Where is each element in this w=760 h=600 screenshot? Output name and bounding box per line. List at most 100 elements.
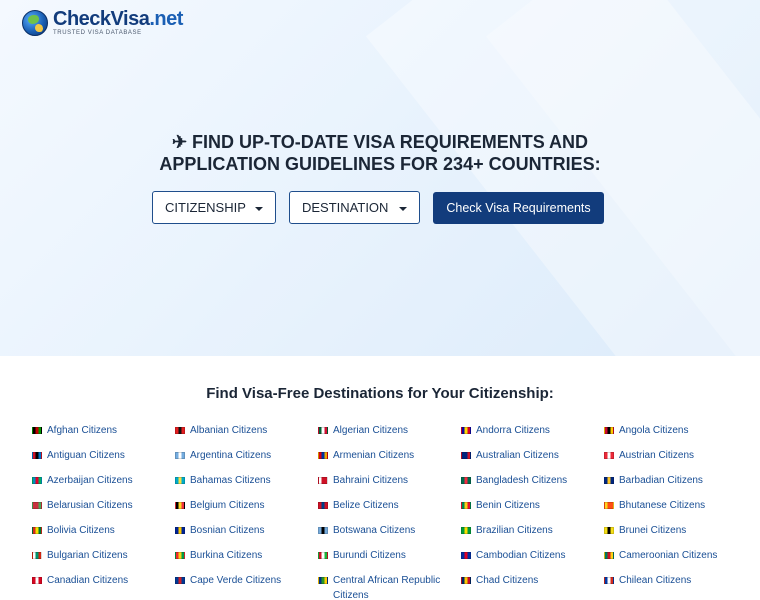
- visa-free-section-title: Find Visa-Free Destinations for Your Cit…: [206, 385, 554, 402]
- citizenship-link[interactable]: Chad Citizens: [476, 573, 538, 588]
- albania-flag-icon: [175, 427, 185, 434]
- citizenship-link[interactable]: Belgium Citizens: [190, 498, 264, 513]
- andorra-flag-icon: [461, 427, 471, 434]
- citizenship-list-item: Azerbaijan Citizens: [32, 468, 175, 493]
- chile-flag-icon: [604, 577, 614, 584]
- benin-flag-icon: [461, 502, 471, 509]
- citizenship-list-item: Afghan Citizens: [32, 418, 175, 443]
- citizenship-list-item: Bosnian Citizens: [175, 518, 318, 543]
- citizenship-link[interactable]: Austrian Citizens: [619, 448, 694, 463]
- bahamas-flag-icon: [175, 477, 185, 484]
- citizenship-link[interactable]: Belarusian Citizens: [47, 498, 133, 513]
- citizenship-list-item: Cameroonian Citizens: [604, 543, 747, 568]
- citizenship-link[interactable]: Brazilian Citizens: [476, 523, 553, 538]
- citizenship-list-item: Botswana Citizens: [318, 518, 461, 543]
- citizenship-list-item: Bhutanese Citizens: [604, 493, 747, 518]
- citizenship-link[interactable]: Antiguan Citizens: [47, 448, 125, 463]
- check-visa-requirements-button[interactable]: Check Visa Requirements: [433, 192, 604, 224]
- cameroon-flag-icon: [604, 552, 614, 559]
- citizenship-select-label: CITIZENSHIP: [165, 200, 246, 215]
- hero-headline: ✈ FIND UP-TO-DATE VISA REQUIREMENTS AND …: [159, 132, 601, 174]
- citizenship-link[interactable]: Barbadian Citizens: [619, 473, 703, 488]
- bahrain-flag-icon: [318, 477, 328, 484]
- central-african-republic-flag-icon: [318, 577, 328, 584]
- bulgaria-flag-icon: [32, 552, 42, 559]
- angola-flag-icon: [604, 427, 614, 434]
- azerbaijan-flag-icon: [32, 477, 42, 484]
- cape-verde-flag-icon: [175, 577, 185, 584]
- burundi-flag-icon: [318, 552, 328, 559]
- citizenship-list-item: Burkina Citizens: [175, 543, 318, 568]
- burkina-faso-flag-icon: [175, 552, 185, 559]
- citizenship-list-item: Brunei Citizens: [604, 518, 747, 543]
- citizenship-list-item: Bangladesh Citizens: [461, 468, 604, 493]
- belgium-flag-icon: [175, 502, 185, 509]
- citizenship-link[interactable]: Bosnian Citizens: [190, 523, 264, 538]
- citizenship-link[interactable]: Chilean Citizens: [619, 573, 691, 588]
- citizenship-link[interactable]: Argentina Citizens: [190, 448, 271, 463]
- citizenship-link[interactable]: Australian Citizens: [476, 448, 559, 463]
- cambodia-flag-icon: [461, 552, 471, 559]
- antigua-flag-icon: [32, 452, 42, 459]
- citizenship-link[interactable]: Belize Citizens: [333, 498, 399, 513]
- citizenship-link[interactable]: Bangladesh Citizens: [476, 473, 567, 488]
- caret-down-icon: [255, 207, 263, 211]
- botswana-flag-icon: [318, 527, 328, 534]
- citizenship-link[interactable]: Algerian Citizens: [333, 423, 408, 438]
- citizenship-list-item: Canadian Citizens: [32, 568, 175, 593]
- citizenship-link[interactable]: Bahamas Citizens: [190, 473, 271, 488]
- citizenship-link[interactable]: Burundi Citizens: [333, 548, 406, 563]
- brazil-flag-icon: [461, 527, 471, 534]
- citizenship-list-item: Algerian Citizens: [318, 418, 461, 443]
- citizenship-link[interactable]: Cape Verde Citizens: [190, 573, 281, 588]
- argentina-flag-icon: [175, 452, 185, 459]
- destination-select[interactable]: DESTINATION: [289, 191, 420, 224]
- logo-tagline: TRUSTED VISA DATABASE: [53, 30, 142, 36]
- citizenship-link[interactable]: Burkina Citizens: [190, 548, 262, 563]
- citizenship-link[interactable]: Cameroonian Citizens: [619, 548, 717, 563]
- citizenship-link[interactable]: Botswana Citizens: [333, 523, 415, 538]
- citizenship-list-item: Armenian Citizens: [318, 443, 461, 468]
- citizenship-list-item: Belgium Citizens: [175, 493, 318, 518]
- citizenship-list-item: Argentina Citizens: [175, 443, 318, 468]
- citizenship-link[interactable]: Angola Citizens: [619, 423, 688, 438]
- canada-flag-icon: [32, 577, 42, 584]
- citizenship-link[interactable]: Canadian Citizens: [47, 573, 128, 588]
- citizenship-list-item: Angola Citizens: [604, 418, 747, 443]
- citizenship-link[interactable]: Azerbaijan Citizens: [47, 473, 133, 488]
- citizenship-list-item: Benin Citizens: [461, 493, 604, 518]
- citizenship-link[interactable]: Benin Citizens: [476, 498, 540, 513]
- caret-down-icon: [399, 207, 407, 211]
- citizenship-link[interactable]: Andorra Citizens: [476, 423, 550, 438]
- citizenship-list-item: Austrian Citizens: [604, 443, 747, 468]
- citizenship-link[interactable]: Bolivia Citizens: [47, 523, 115, 538]
- citizenship-link[interactable]: Bulgarian Citizens: [47, 548, 128, 563]
- australia-flag-icon: [461, 452, 471, 459]
- citizenship-link[interactable]: Armenian Citizens: [333, 448, 414, 463]
- bolivia-flag-icon: [32, 527, 42, 534]
- belarus-flag-icon: [32, 502, 42, 509]
- brunei-flag-icon: [604, 527, 614, 534]
- citizenship-list-item: Belize Citizens: [318, 493, 461, 518]
- citizenship-list-item: Andorra Citizens: [461, 418, 604, 443]
- site-logo[interactable]: CheckVisa.net TRUSTED VISA DATABASE: [22, 9, 183, 36]
- citizenship-link[interactable]: Afghan Citizens: [47, 423, 117, 438]
- citizenship-list-item: Australian Citizens: [461, 443, 604, 468]
- citizenship-link[interactable]: Brunei Citizens: [619, 523, 686, 538]
- logo-name: CheckVisa.net: [53, 8, 183, 30]
- citizenship-list-item: Central African Republic Citizens: [318, 568, 461, 600]
- chad-flag-icon: [461, 577, 471, 584]
- austria-flag-icon: [604, 452, 614, 459]
- citizenship-list-item: Albanian Citizens: [175, 418, 318, 443]
- citizenship-link[interactable]: Albanian Citizens: [190, 423, 267, 438]
- citizenship-list-item: Brazilian Citizens: [461, 518, 604, 543]
- citizenship-select[interactable]: CITIZENSHIP: [152, 191, 276, 224]
- algeria-flag-icon: [318, 427, 328, 434]
- citizenship-link[interactable]: Bahraini Citizens: [333, 473, 408, 488]
- citizenship-link[interactable]: Cambodian Citizens: [476, 548, 566, 563]
- citizenship-link[interactable]: Central African Republic Citizens: [333, 573, 461, 600]
- armenia-flag-icon: [318, 452, 328, 459]
- citizenship-link[interactable]: Bhutanese Citizens: [619, 498, 705, 513]
- citizenship-link-grid: Afghan Citizens Albanian Citizens Algerian…: [32, 418, 752, 600]
- citizenship-list-item: Chad Citizens: [461, 568, 604, 593]
